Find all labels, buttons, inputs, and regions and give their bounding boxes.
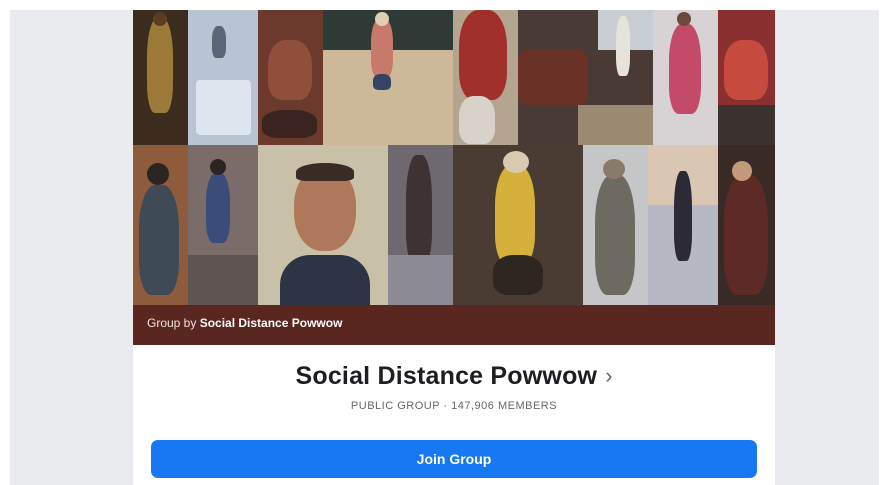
collage-tile xyxy=(258,145,388,305)
cover-caption: Group by Social Distance Powwow xyxy=(133,305,775,345)
collage-tile xyxy=(323,10,453,145)
collage-tile xyxy=(453,145,583,305)
top-strip xyxy=(10,0,879,10)
collage-tile xyxy=(388,145,453,305)
left-gutter xyxy=(10,10,133,485)
collage-tile xyxy=(133,145,188,305)
collage-tile xyxy=(188,145,258,305)
cover-caption-text: Group by Social Distance Powwow xyxy=(147,316,342,330)
collage-tile xyxy=(653,10,718,145)
collage-tile xyxy=(188,10,258,145)
caption-group-link[interactable]: Social Distance Powwow xyxy=(200,316,343,330)
group-meta: PUBLIC GROUP · 147,906 MEMBERS xyxy=(350,400,558,412)
chevron-right-icon[interactable]: › xyxy=(605,363,612,389)
group-name[interactable]: Social Distance Powwow xyxy=(295,362,597,390)
collage-tile xyxy=(718,145,775,305)
group-title-row[interactable]: Social Distance Powwow › xyxy=(133,362,775,391)
join-group-button[interactable]: Join Group xyxy=(151,440,757,478)
collage-tile xyxy=(518,10,653,145)
group-screen: Group by Social Distance Powwow Social D… xyxy=(0,0,887,485)
collage-tile xyxy=(258,10,323,145)
collage-tile xyxy=(718,10,775,145)
collage-tile xyxy=(453,10,518,145)
collage-tile xyxy=(133,10,188,145)
cover-photo[interactable]: Group by Social Distance Powwow xyxy=(133,10,775,345)
caption-prefix: Group by xyxy=(147,316,197,330)
collage-tile xyxy=(583,145,648,305)
right-gutter xyxy=(775,10,879,485)
group-panel: Group by Social Distance Powwow Social D… xyxy=(133,10,775,485)
collage-tile xyxy=(648,145,718,305)
